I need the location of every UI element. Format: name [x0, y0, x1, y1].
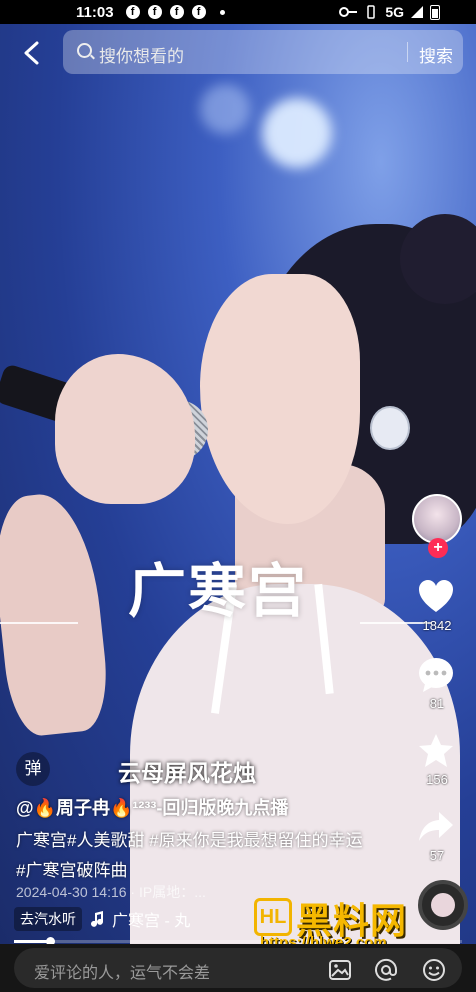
app-root: { "status_bar": { "time": "11:03", "app_…: [0, 0, 476, 992]
network-label: 5G: [385, 4, 404, 20]
search-bar[interactable]: 搜你想看的 搜索: [63, 30, 463, 74]
author-avatar[interactable]: [412, 494, 462, 544]
comment-bar: 爱评论的人，运气不会差: [0, 944, 476, 992]
share-count: 57: [429, 848, 445, 863]
search-icon: [77, 43, 92, 58]
music-row[interactable]: 去汽水听 广寒宫 - 丸: [14, 906, 190, 932]
watermark: HL 黑料网 https://hlwe2.com: [254, 892, 476, 952]
chevron-left-icon: [24, 41, 39, 65]
comment-icon: [419, 658, 453, 692]
mention-button[interactable]: [374, 958, 398, 982]
search-divider: [407, 42, 408, 62]
video-lyric: 云母屏风花烛: [118, 760, 256, 787]
video-figure-earring: [370, 406, 410, 450]
watermark-logo-icon: HL: [254, 898, 292, 936]
music-name[interactable]: 广寒宫 - 丸: [112, 907, 190, 931]
favorite-button[interactable]: [417, 732, 455, 770]
emoji-icon: [423, 959, 445, 981]
facebook-icon: f: [147, 5, 162, 19]
facebook-icon: f: [169, 5, 184, 19]
search-input[interactable]: 搜你想看的: [99, 42, 184, 67]
signal-icon: [411, 6, 423, 18]
danmaku-toggle[interactable]: 弹: [16, 752, 50, 786]
music-app-tag[interactable]: 去汽水听: [14, 907, 82, 931]
favorite-count: 156: [426, 772, 448, 787]
status-right: 5G: [339, 4, 440, 20]
key-icon: [339, 7, 358, 17]
at-icon: [375, 958, 398, 981]
vibrate-icon: [367, 5, 376, 19]
comment-count: 81: [429, 696, 445, 711]
music-note-icon: [91, 911, 103, 927]
status-app-icons: f f f f: [125, 5, 225, 19]
video-figure-face: [200, 274, 360, 524]
video-figure-hand: [55, 354, 195, 504]
share-icon: [419, 812, 453, 841]
comment-input[interactable]: 爱评论的人，运气不会差: [14, 948, 462, 988]
share-button[interactable]: [417, 808, 455, 846]
post-date: 2024-04-30 14:16 · IP属地：...: [16, 884, 206, 900]
notification-dot-icon: [219, 9, 225, 15]
search-button[interactable]: 搜索: [419, 42, 453, 67]
like-count: 1842: [422, 618, 452, 633]
video-title-overlay: 广寒宫: [128, 559, 309, 624]
battery-icon: [430, 4, 440, 20]
status-bar: 11:03 f f f f 5G: [0, 0, 476, 24]
emoji-button[interactable]: [422, 958, 446, 982]
author-name[interactable]: @🔥周子冉🔥¹²³³-回归版晚九点播: [16, 794, 288, 820]
image-icon: [329, 960, 351, 980]
facebook-icon: f: [125, 5, 140, 19]
status-time: 11:03: [76, 3, 114, 21]
heart-icon: [419, 580, 453, 612]
star-icon: [419, 734, 453, 767]
like-button[interactable]: [417, 578, 455, 616]
post-description[interactable]: 广寒宫#人美歌甜 #原来你是我最想留住的幸运: [16, 826, 363, 851]
follow-button[interactable]: +: [428, 538, 448, 558]
video-figure-hand: [0, 489, 113, 739]
stage-light: [200, 84, 250, 134]
comment-button[interactable]: [417, 656, 455, 694]
title-line-left: [0, 622, 78, 624]
post-hashtag[interactable]: #广寒宫破阵曲: [16, 856, 127, 881]
progress-fill: [14, 940, 50, 943]
back-button[interactable]: [20, 40, 44, 66]
comment-placeholder: 爱评论的人，运气不会差: [34, 965, 211, 982]
facebook-icon: f: [191, 5, 206, 19]
stage-light: [262, 98, 332, 168]
image-button[interactable]: [328, 958, 352, 982]
